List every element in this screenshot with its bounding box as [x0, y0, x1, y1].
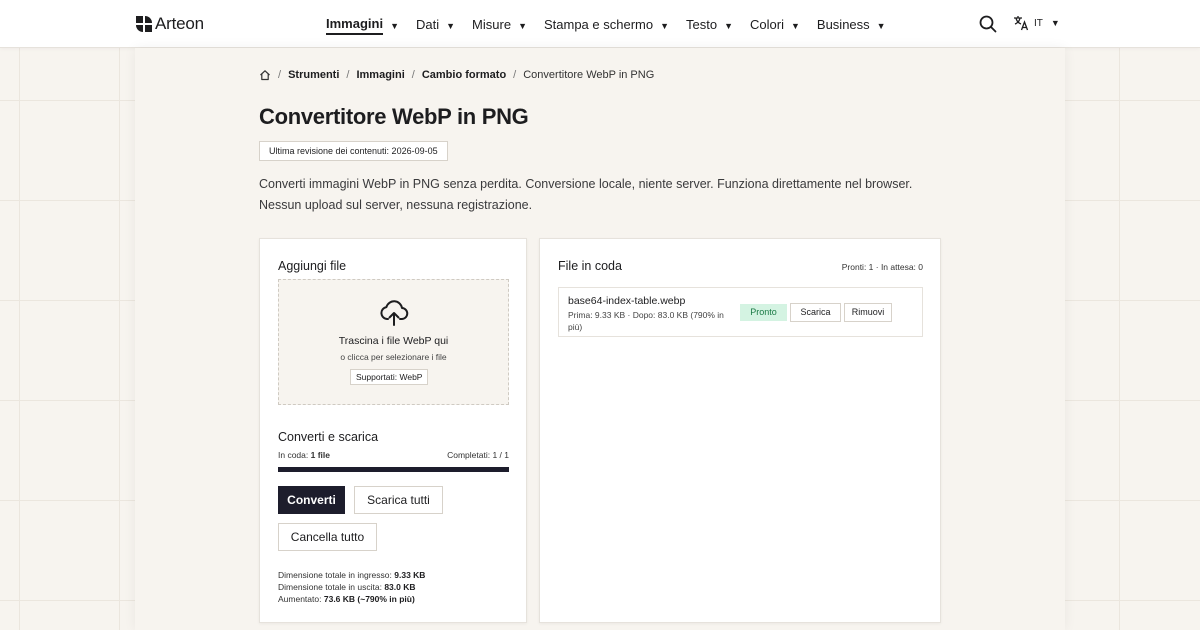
nav-item-dati[interactable]: Dati ▼: [416, 16, 455, 35]
queue-stats: In coda: 1 file Completati: 1 / 1: [278, 450, 509, 460]
translate-icon: [1014, 16, 1029, 31]
convert-title: Converti e scarica: [278, 430, 379, 444]
nav-item-immagini[interactable]: Immagini ▼: [326, 16, 399, 35]
remove-file-button[interactable]: Rimuovi: [844, 303, 892, 322]
increase-value: 73.6 KB (~790% in più): [323, 594, 415, 604]
caret-down-icon: ▼: [660, 20, 670, 31]
description-line: Nessun upload sul server, nessuna regist…: [259, 198, 533, 212]
revision-badge: Ultima revisione dei contenuti: 2026-09-…: [259, 141, 448, 161]
caret-down-icon: ▼: [390, 20, 399, 31]
progress-fill: [278, 467, 509, 472]
file-dropzone[interactable]: Trascina i file WebP qui o clicca per se…: [278, 279, 509, 405]
caret-down-icon: ▼: [446, 20, 456, 31]
total-output-label: Dimensione totale in uscita:: [278, 582, 382, 592]
breadcrumb-current: Convertitore WebP in PNG: [523, 69, 655, 81]
logo-mark-icon: [136, 16, 152, 32]
caret-down-icon: ▼: [790, 20, 800, 31]
nav-label: Stampa e schermo: [543, 17, 654, 32]
home-icon[interactable]: [259, 69, 271, 81]
nav-item-colori[interactable]: Colori ▼: [750, 16, 800, 35]
caret-down-icon: ▼: [1050, 18, 1060, 28]
queue-title: File in coda: [558, 259, 622, 273]
breadcrumb-item-immagini[interactable]: Immagini: [356, 69, 404, 81]
download-file-button[interactable]: Scarica: [790, 303, 841, 322]
clear-all-button[interactable]: Cancella tutto: [278, 523, 377, 551]
total-output-value: 83.0 KB: [384, 582, 416, 592]
page-title: Convertitore WebP in PNG: [259, 104, 529, 129]
brand-name: Arteon: [155, 14, 204, 33]
nav-label: Business: [816, 17, 870, 32]
total-output-size: Dimensione totale in uscita: 83.0 KB: [278, 581, 425, 593]
nav-item-stampa-e-schermo[interactable]: Stampa e schermo ▼: [544, 16, 669, 35]
total-input-value: 9.33 KB: [394, 570, 426, 580]
breadcrumb-separator: /: [346, 69, 350, 81]
page-description: Converti immagini WebP in PNG senza perd…: [259, 174, 959, 216]
language-selector[interactable]: IT ▼: [1013, 15, 1060, 31]
caret-down-icon: ▼: [724, 20, 734, 31]
caret-down-icon: ▼: [518, 20, 527, 31]
main-nav: Immagini ▼ Dati ▼ Misure ▼ Stampa e sche…: [326, 16, 903, 35]
search-icon[interactable]: [979, 15, 997, 33]
top-navigation-bar: Arteon Immagini ▼ Dati ▼ Misure ▼ Stampa…: [0, 0, 1200, 48]
main-content: / Strumenti / Immagini / Cambio formato …: [135, 48, 1065, 630]
nav-label: Testo: [686, 17, 718, 32]
status-badge: Pronto: [740, 304, 787, 321]
cloud-upload-icon: [379, 298, 409, 328]
breadcrumb: / Strumenti / Immagini / Cambio formato …: [259, 69, 654, 81]
queue-counts: Pronti: 1 · In attesa: 0: [841, 262, 923, 272]
queued-label: In coda:: [278, 450, 309, 460]
total-input-label: Dimensione totale in ingresso:: [278, 570, 392, 580]
dropzone-subtitle: o clicca per selezionare i file: [340, 352, 447, 362]
list-item: base64-index-table.webp Prima: 9.33 KB ·…: [558, 287, 923, 337]
convert-button[interactable]: Converti: [278, 486, 345, 514]
nav-label: Misure: [472, 17, 512, 32]
language-code: IT: [1034, 17, 1043, 29]
queue-card: File in coda Pronti: 1 · In attesa: 0 ba…: [539, 238, 941, 623]
increase-label: Aumentato:: [278, 594, 322, 604]
nav-label: Immagini: [326, 16, 384, 35]
completed-count: Completati: 1 / 1: [447, 450, 509, 460]
total-input-size: Dimensione totale in ingresso: 9.33 KB: [278, 569, 425, 581]
nav-item-testo[interactable]: Testo ▼: [686, 16, 733, 35]
conversion-progress-bar: [278, 467, 509, 472]
brand-logo[interactable]: Arteon: [136, 14, 204, 34]
download-all-button[interactable]: Scarica tutti: [354, 486, 443, 514]
size-increase: Aumentato: 73.6 KB (~790% in più): [278, 593, 425, 605]
nav-label: Dati: [416, 17, 440, 32]
nav-label: Colori: [750, 17, 784, 32]
breadcrumb-separator: /: [278, 69, 282, 81]
file-name: base64-index-table.webp: [568, 295, 686, 307]
nav-item-business[interactable]: Business ▼: [817, 16, 886, 35]
upload-title: Aggiungi file: [278, 259, 347, 273]
upload-card: Aggiungi file Trascina i file WebP qui o…: [259, 238, 527, 623]
queued-value: 1 file: [310, 450, 330, 460]
size-totals: Dimensione totale in ingresso: 9.33 KB D…: [278, 569, 425, 605]
breadcrumb-separator: /: [513, 69, 517, 81]
dropzone-title: Trascina i file WebP qui: [338, 335, 449, 347]
nav-item-misure[interactable]: Misure ▼: [472, 16, 527, 35]
breadcrumb-item-strumenti[interactable]: Strumenti: [288, 69, 339, 81]
file-size-info: Prima: 9.33 KB · Dopo: 83.0 KB (790% in …: [568, 310, 724, 332]
description-line: Converti immagini WebP in PNG senza perd…: [259, 177, 913, 191]
breadcrumb-separator: /: [411, 69, 415, 81]
caret-down-icon: ▼: [876, 20, 886, 31]
supported-formats-badge: Supportati: WebP: [350, 369, 429, 385]
breadcrumb-item-cambio-formato[interactable]: Cambio formato: [422, 69, 506, 81]
